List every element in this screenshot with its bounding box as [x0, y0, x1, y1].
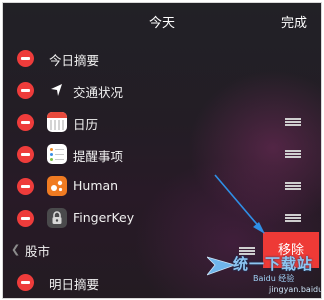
remove-icon[interactable] — [17, 274, 34, 291]
widget-row-human: Human — [3, 171, 321, 201]
remove-icon[interactable] — [17, 82, 34, 99]
top-bar: 今天 完成 — [3, 3, 321, 37]
remove-icon[interactable] — [17, 114, 34, 131]
widget-label: 提醒事项 — [73, 149, 124, 164]
human-app-icon — [47, 176, 67, 196]
done-button[interactable]: 完成 — [281, 12, 307, 31]
remove-icon[interactable] — [17, 210, 34, 227]
reorder-handle-icon[interactable] — [239, 247, 255, 255]
fingerkey-lock-icon — [47, 208, 67, 228]
widget-row-tomorrow-summary: 明日摘要 — [3, 267, 321, 297]
notification-center-edit-screen: 今天 完成 今日摘要 交通状况 日历 提醒事项 Human FingerKey … — [2, 2, 322, 299]
widget-label: 股市 — [25, 244, 51, 259]
widget-row-fingerkey: FingerKey — [3, 203, 321, 233]
widget-row-today-summary: 今日摘要 — [3, 43, 321, 73]
widget-row-reminders: 提醒事项 — [3, 139, 321, 169]
widget-label: FingerKey — [73, 210, 135, 225]
reorder-handle-icon[interactable] — [285, 182, 301, 190]
widget-label: 日历 — [73, 117, 99, 132]
page-title: 今天 — [148, 16, 175, 31]
remove-icon[interactable] — [17, 146, 34, 163]
remove-icon[interactable] — [17, 50, 34, 67]
widget-label: 明日摘要 — [49, 277, 100, 292]
widget-label: 交通状况 — [73, 85, 124, 100]
delete-button[interactable]: 移除 — [263, 232, 319, 268]
widget-label: 今日摘要 — [49, 53, 100, 68]
chevron-left-icon[interactable]: ❮ — [11, 243, 20, 256]
widget-label: Human — [73, 178, 119, 193]
reorder-handle-icon[interactable] — [285, 150, 301, 158]
reorder-handle-icon[interactable] — [285, 214, 301, 222]
reminders-icon — [47, 144, 67, 164]
remove-icon[interactable] — [17, 178, 34, 195]
location-arrow-icon — [51, 84, 62, 96]
widget-row-traffic: 交通状况 — [3, 75, 321, 105]
calendar-icon — [47, 112, 67, 132]
reorder-handle-icon[interactable] — [285, 118, 301, 126]
widget-row-calendar: 日历 — [3, 107, 321, 137]
